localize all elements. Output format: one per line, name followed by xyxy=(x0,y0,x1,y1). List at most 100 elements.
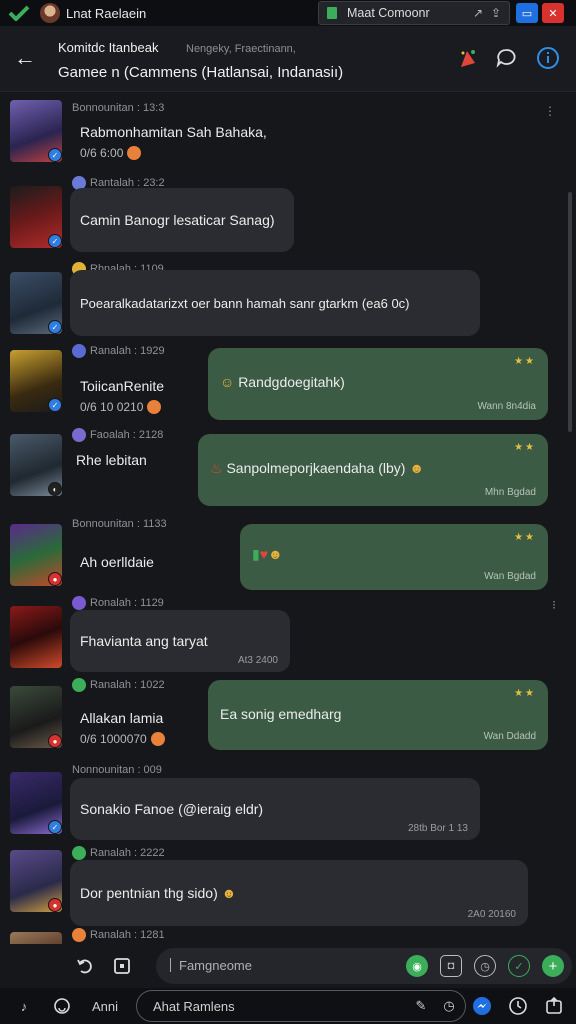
message-time: Wan Ddadd xyxy=(483,731,536,742)
message-text: ☺ Randgdoegitahk) xyxy=(220,374,345,390)
shield-icon[interactable]: ✓ xyxy=(508,955,530,977)
message-input-placeholder: Famgneome xyxy=(170,958,252,973)
chat-bubble-icon[interactable] xyxy=(494,46,518,70)
received-bubble[interactable]: Camin Banogr lesaticar Sanag) xyxy=(70,188,294,252)
message-meta: Nonnounitan : 009 xyxy=(72,764,162,776)
message-time: Wann 8n4dia xyxy=(477,401,536,412)
status-icon: ◐ xyxy=(48,482,62,496)
message-sub: 0/6 1000070 xyxy=(80,732,165,746)
verified-icon: ✓ xyxy=(48,320,62,334)
more-icon[interactable]: ⁝ xyxy=(552,598,556,612)
message-meta: Ranalah : 2222 xyxy=(72,846,165,860)
chat-header: ← Komitdc Itanbeak Nengeky, Fraectinann,… xyxy=(0,26,576,92)
layout-icon[interactable] xyxy=(110,954,134,978)
sent-bubble[interactable]: ★★ ▮♥☻ Wan Bgdad xyxy=(240,524,548,590)
received-bubble[interactable]: Fhavianta ang taryat At3 2400 xyxy=(70,610,290,672)
info-icon[interactable] xyxy=(536,46,560,70)
back-arrow-icon[interactable]: ← xyxy=(14,46,40,70)
bottom-bar: ♪ Anni Ahat Ramlens ✎ ◷ xyxy=(0,988,576,1024)
message-meta: Bonnounitan : 1133 xyxy=(72,518,167,530)
repost-icon[interactable] xyxy=(74,954,98,978)
clock-icon[interactable]: ◷ xyxy=(474,955,496,977)
add-icon[interactable]: + xyxy=(542,955,564,977)
message-sub: 0/6 10 0210 xyxy=(80,400,162,414)
message-time: 2A0 20160 xyxy=(467,909,516,920)
message-meta: Ranalah : 1929 xyxy=(72,344,165,358)
sent-bubble[interactable]: ★★ ♨ Sanpolmeporjkaendaha (lby) ☻ Mhn Bg… xyxy=(198,434,548,506)
message-text: Dor pentnian thg sido) ☻ xyxy=(80,885,237,901)
verified-icon: ✓ xyxy=(48,234,62,248)
message-meta: Bonnounitan : 13:3 xyxy=(72,102,165,114)
system-topbar: Lnat Raelaein Maat Comoonr ↗ ⇪ ▭ ✕ xyxy=(0,0,576,26)
pin-icon[interactable]: ↗ xyxy=(473,6,483,20)
user-icon xyxy=(72,344,86,358)
whatsapp-icon[interactable]: ◉ xyxy=(406,955,428,977)
sent-bubble[interactable]: ★★ ☺ Randgdoegitahk) Wann 8n4dia xyxy=(208,348,548,420)
avatar[interactable] xyxy=(10,606,62,668)
emoji-icon xyxy=(127,146,142,160)
doc-icon xyxy=(327,7,337,19)
received-bubble[interactable]: Poearalkadatarizxt oer bann hamah sanr g… xyxy=(70,270,480,336)
check-icon xyxy=(72,846,86,860)
status-icon: ● xyxy=(48,572,62,586)
message-text: ToiicanRenite xyxy=(80,378,165,394)
message-text: Fhavianta ang taryat xyxy=(80,633,208,649)
celebrate-icon[interactable] xyxy=(456,46,480,70)
verified-icon: ✓ xyxy=(48,148,62,162)
message-text: Camin Banogr lesaticar Sanag) xyxy=(80,212,275,228)
message-text: ♨ Sanpolmeporjkaendaha (lby) ☻ xyxy=(210,460,425,476)
window-icon[interactable]: ▭ xyxy=(516,3,538,23)
whatsapp-logo-icon xyxy=(8,4,30,22)
verified-icon: ✓ xyxy=(48,820,62,834)
chat-title-line2: Gamee n (Cammens (Hatlansai, Indanasiı) xyxy=(58,64,344,81)
received-bubble[interactable]: Sonakio Fanoe (@ieraig eldr) 28tb Bor 1 … xyxy=(70,778,480,840)
close-icon[interactable]: ✕ xyxy=(542,3,564,23)
tiktok-icon[interactable]: ♪ xyxy=(12,994,36,1018)
window-tab[interactable]: Maat Comoonr ↗ ⇪ xyxy=(318,1,510,25)
star-icon: ★★ xyxy=(514,356,536,367)
emoji-icon xyxy=(147,400,162,414)
star-icon: ★★ xyxy=(514,688,536,699)
message-sub: 0/6 6:00 xyxy=(80,146,142,160)
message-time: Mhn Bgdad xyxy=(484,487,536,498)
camera-icon[interactable]: ◘ xyxy=(440,955,462,977)
search-input-text: Ahat Ramlens xyxy=(153,999,235,1014)
avatar[interactable] xyxy=(40,3,60,23)
mic-icon[interactable]: ✎ xyxy=(409,994,433,1018)
status-icon: ● xyxy=(48,898,62,912)
message-time: 28tb Bor 1 13 xyxy=(407,823,468,834)
share-icon[interactable] xyxy=(542,994,566,1018)
status-icon: ● xyxy=(48,734,62,748)
chat-thread[interactable]: ✓ Bonnounitan : 13:3 Rabmonhamitan Sah B… xyxy=(0,92,576,948)
emoji-icon[interactable] xyxy=(50,994,74,1018)
chat-subtitle: Nengeky, Fraectinann, xyxy=(186,43,296,55)
star-icon: ★★ xyxy=(514,532,536,543)
scrollbar[interactable] xyxy=(568,192,572,432)
clock-icon[interactable] xyxy=(506,994,530,1018)
share-icon[interactable]: ⇪ xyxy=(491,6,501,20)
message-text: Poearalkadatarizxt oer bann hamah sanr g… xyxy=(80,295,410,311)
message-meta: Ronalah : 1129 xyxy=(72,596,164,610)
chat-title-line1: Komitdc Itanbeak xyxy=(58,40,159,55)
emoji-icon xyxy=(150,732,165,746)
check-icon xyxy=(72,678,86,692)
search-input[interactable]: Ahat Ramlens ✎ ◷ xyxy=(136,990,466,1022)
message-text: Sonakio Fanoe (@ieraig eldr) xyxy=(80,801,264,817)
received-bubble[interactable]: Dor pentnian thg sido) ☻ 2A0 20160 xyxy=(70,860,528,926)
message-text: Rhe lebitan xyxy=(76,452,147,468)
app-title: Lnat Raelaein xyxy=(66,5,147,21)
more-icon[interactable]: ⋮ xyxy=(544,104,556,118)
message-input[interactable]: Famgneome ◉ ◘ ◷ ✓ + xyxy=(156,948,572,984)
message-text: Rabmonhamitan Sah Bahaka, xyxy=(80,124,267,140)
message-time: Wan Bgdad xyxy=(484,571,536,582)
sent-bubble[interactable]: ★★ Ea sonig emedharg Wan Ddadd xyxy=(208,680,548,750)
message-time: At3 2400 xyxy=(237,655,278,666)
message-meta: Ranalah : 1281 xyxy=(72,928,165,942)
message-text: Ah oerlldaie xyxy=(80,554,154,570)
message-text: Allakan lamia xyxy=(80,710,164,726)
bottom-label: Anni xyxy=(92,998,119,1014)
message-meta: Ranalah : 1022 xyxy=(72,678,165,692)
window-tab-label: Maat Comoonr xyxy=(347,6,430,20)
messenger-icon[interactable] xyxy=(470,994,494,1018)
timer-icon[interactable]: ◷ xyxy=(437,994,461,1018)
